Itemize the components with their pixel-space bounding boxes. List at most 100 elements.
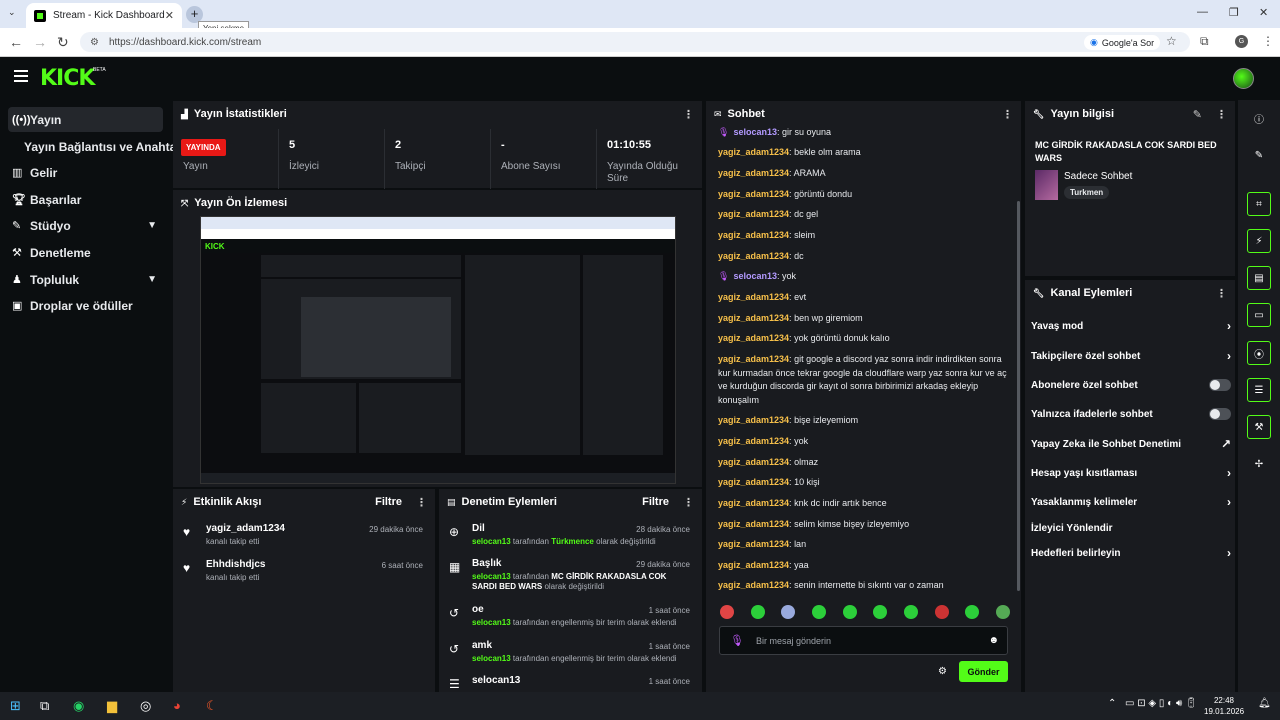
file-explorer-icon[interactable]: ▆ [107, 698, 117, 714]
wrench-icon[interactable]: ⚒ [1247, 415, 1271, 439]
task-view-icon[interactable]: ⧉ [40, 698, 49, 714]
chat-username[interactable]: selocan13 [733, 271, 777, 281]
chat-username[interactable]: yagiz_adam1234 [718, 333, 789, 343]
chat-username[interactable]: yagiz_adam1234 [718, 498, 789, 508]
chat-username[interactable]: yagiz_adam1234 [718, 354, 789, 364]
broadcast-icon[interactable]: ⦿ [1247, 341, 1271, 365]
chat-username[interactable]: yagiz_adam1234 [718, 539, 789, 549]
windows-start-icon[interactable]: ⊞ [10, 698, 21, 714]
add-widget-icon[interactable]: ✢ [1247, 452, 1271, 476]
browser-profile-avatar[interactable]: G [1235, 35, 1248, 48]
chat-username[interactable]: yagiz_adam1234 [718, 313, 789, 323]
chat-username[interactable]: yagiz_adam1234 [718, 436, 789, 446]
sidebar-item-stream-key[interactable]: Yayın Bağlantısı ve Anahtarı [8, 134, 184, 159]
minimize-icon[interactable]: — [1197, 6, 1208, 18]
extensions-icon[interactable]: ⧉ [1200, 34, 1209, 49]
clipboard-icon[interactable]: ▤ [1247, 266, 1271, 290]
pencil-icon[interactable]: ✎ [1247, 143, 1271, 167]
sidebar-item-studyo[interactable]: ✎ Stüdyo ▼ [8, 213, 163, 238]
site-info-icon[interactable]: ⚙ [90, 37, 99, 48]
emote-icon[interactable] [811, 605, 826, 619]
channel-action-item[interactable]: Hedefleri belirleyin › [1031, 546, 1231, 560]
chat-scrollbar[interactable] [1017, 201, 1020, 591]
info-icon[interactable]: ⓘ [1247, 106, 1271, 130]
steam-icon[interactable]: ◎ [140, 698, 151, 714]
tray-icons[interactable]: ▭ ⊡ ◈ ▯ ◐ 🔊︎ 🔋︎ [1125, 698, 1198, 709]
sidebar-item-gelir[interactable]: ▥ Gelir [8, 160, 163, 185]
user-avatar[interactable] [1233, 68, 1254, 89]
emote-icon[interactable] [965, 605, 980, 619]
toggle-switch[interactable] [1209, 379, 1231, 391]
sidebar-item-yayin[interactable]: ((•)) Yayın [8, 107, 163, 132]
send-button[interactable]: Gönder [959, 661, 1008, 682]
stream-preview-video[interactable]: KICK [200, 216, 676, 484]
back-icon[interactable]: ← [9, 34, 23, 50]
chat-username[interactable]: yagiz_adam1234 [718, 168, 789, 178]
channel-actions-menu-icon[interactable]: ⋮ [1216, 287, 1227, 300]
chat-username[interactable]: yagiz_adam1234 [718, 189, 789, 199]
moderation-filter-button[interactable]: Filtre [642, 496, 669, 508]
channel-action-item[interactable]: Hesap yaşı kısıtlaması › [1031, 466, 1231, 480]
sidebar-item-basarilar[interactable]: 🏆︎ Başarılar [8, 187, 163, 212]
emoji-picker-icon[interactable]: ☻ [988, 635, 999, 646]
chat-settings-gear-icon[interactable]: ⚙ [938, 666, 947, 677]
maximize-icon[interactable]: ❐ [1229, 6, 1239, 19]
hamburger-menu-icon[interactable] [14, 70, 28, 85]
channel-action-item[interactable]: Abonelere özel sohbet [1031, 378, 1231, 392]
chat-username[interactable]: yagiz_adam1234 [718, 209, 789, 219]
clip-icon[interactable]: ⌗ [1247, 192, 1271, 216]
emote-icon[interactable] [995, 605, 1010, 619]
forward-icon[interactable]: → [33, 34, 47, 50]
chat-username[interactable]: yagiz_adam1234 [718, 457, 789, 467]
notification-bell-icon[interactable]: 🔔︎ [1258, 698, 1271, 709]
chat-username[interactable]: selocan13 [733, 127, 777, 137]
sidebar-item-denetleme[interactable]: ⚒ Denetleme [8, 240, 163, 265]
chat-message-input[interactable]: 🎙︎ Bir mesaj gönderin ☻ [719, 626, 1008, 655]
chat-username[interactable]: yagiz_adam1234 [718, 292, 789, 302]
layout-icon[interactable]: ☰ [1247, 378, 1271, 402]
chat-menu-icon[interactable]: ⋮ [1002, 108, 1013, 121]
chat-username[interactable]: yagiz_adam1234 [718, 251, 789, 261]
edit-pencil-icon[interactable]: ✎ [1193, 108, 1202, 121]
chat-bubble-icon[interactable]: ▭ [1247, 303, 1271, 327]
emote-icon[interactable] [720, 605, 734, 619]
url-bar[interactable]: ⚙ https://dashboard.kick.com/stream [80, 32, 1190, 52]
bolt-icon[interactable]: ⚡︎ [1247, 229, 1271, 253]
taskbar-clock[interactable]: 22:48 19.01.2026 [1204, 695, 1244, 717]
sidebar-item-topluluk[interactable]: ♟ Topluluk ▼ [8, 267, 163, 292]
stream-info-menu-icon[interactable]: ⋮ [1216, 108, 1227, 121]
emote-icon[interactable] [873, 605, 888, 619]
activity-filter-button[interactable]: Filtre [375, 496, 402, 508]
tab-close-icon[interactable]: ✕ [165, 9, 174, 22]
chat-username[interactable]: yagiz_adam1234 [718, 147, 789, 157]
chat-username[interactable]: yagiz_adam1234 [718, 580, 789, 590]
sidebar-item-droplar[interactable]: ▣ Droplar ve ödüller [8, 293, 163, 318]
channel-action-item[interactable]: Yasaklanmış kelimeler › [1031, 495, 1231, 509]
chat-username[interactable]: yagiz_adam1234 [718, 477, 789, 487]
moderation-menu-icon[interactable]: ⋮ [683, 496, 694, 509]
emote-icon[interactable] [934, 605, 949, 619]
chat-username[interactable]: yagiz_adam1234 [718, 519, 789, 529]
toggle-switch[interactable] [1209, 408, 1231, 420]
chat-username[interactable]: yagiz_adam1234 [718, 230, 789, 240]
chrome-icon[interactable]: ◕ [173, 698, 181, 713]
whatsapp-icon[interactable]: ◉ [73, 698, 84, 714]
app-moon-icon[interactable]: ☾ [206, 698, 218, 714]
kick-logo[interactable]: KICK [40, 66, 95, 91]
chat-username[interactable]: yagiz_adam1234 [718, 560, 789, 570]
window-close-icon[interactable]: ✕ [1259, 6, 1268, 19]
bookmark-star-icon[interactable]: ☆ [1166, 34, 1177, 48]
emote-icon[interactable] [903, 605, 918, 619]
google-ask-button[interactable]: ◉ Google'a Sor [1084, 35, 1161, 50]
browser-tab[interactable]: Stream - Kick Dashboard ✕ [26, 3, 182, 28]
channel-action-item[interactable]: Yalnızca ifadelerle sohbet [1031, 407, 1231, 421]
channel-action-item[interactable]: Yapay Zeka ile Sohbet Denetimi ↗ [1031, 437, 1231, 451]
channel-action-item[interactable]: İzleyici Yönlendir [1031, 521, 1231, 535]
chat-username[interactable]: yagiz_adam1234 [718, 415, 789, 425]
emote-icon[interactable] [750, 605, 765, 619]
tab-search-icon[interactable]: ⌄ [8, 7, 16, 18]
emote-icon[interactable] [842, 605, 857, 619]
tray-chevron-icon[interactable]: ⌃ [1108, 698, 1116, 709]
stats-menu-icon[interactable]: ⋮ [683, 108, 694, 121]
channel-action-item[interactable]: Yavaş mod › [1031, 319, 1231, 333]
